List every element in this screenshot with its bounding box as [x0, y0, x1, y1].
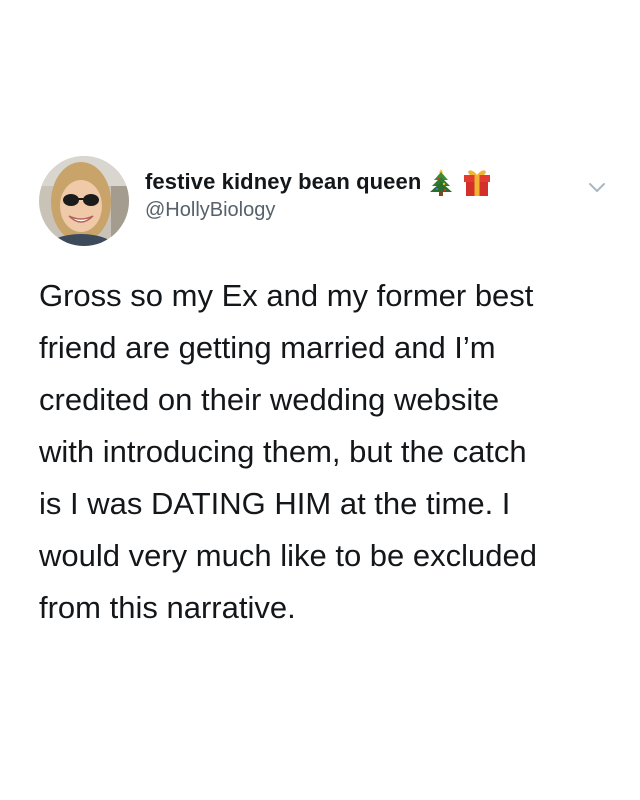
tweet-text-line: with introducing them, but the catch [39, 434, 527, 469]
tweet-text: Gross so my Ex and my former best friend… [39, 270, 614, 634]
tweet-text-line: is I was DATING HIM at the time. I [39, 486, 511, 521]
tweet-text-line: Gross so my Ex and my former best [39, 278, 534, 313]
avatar-photo [39, 156, 129, 246]
tweet-text-line: would very much like to be excluded [39, 538, 537, 573]
christmas-tree-icon [429, 168, 453, 196]
tweet-card: festive kidney bean queen @HollyBiology … [0, 0, 640, 800]
chevron-down-icon[interactable] [586, 176, 608, 198]
author-handle[interactable]: @HollyBiology [145, 199, 275, 222]
avatar[interactable] [39, 156, 129, 246]
tweet-text-line: credited on their wedding website [39, 382, 500, 417]
author-name-row[interactable]: festive kidney bean queen [145, 165, 493, 199]
gift-icon [461, 167, 493, 197]
tweet-text-line: from this narrative. [39, 590, 296, 625]
display-name[interactable]: festive kidney bean queen [145, 169, 421, 195]
tweet-text-line: friend are getting married and I’m [39, 330, 496, 365]
